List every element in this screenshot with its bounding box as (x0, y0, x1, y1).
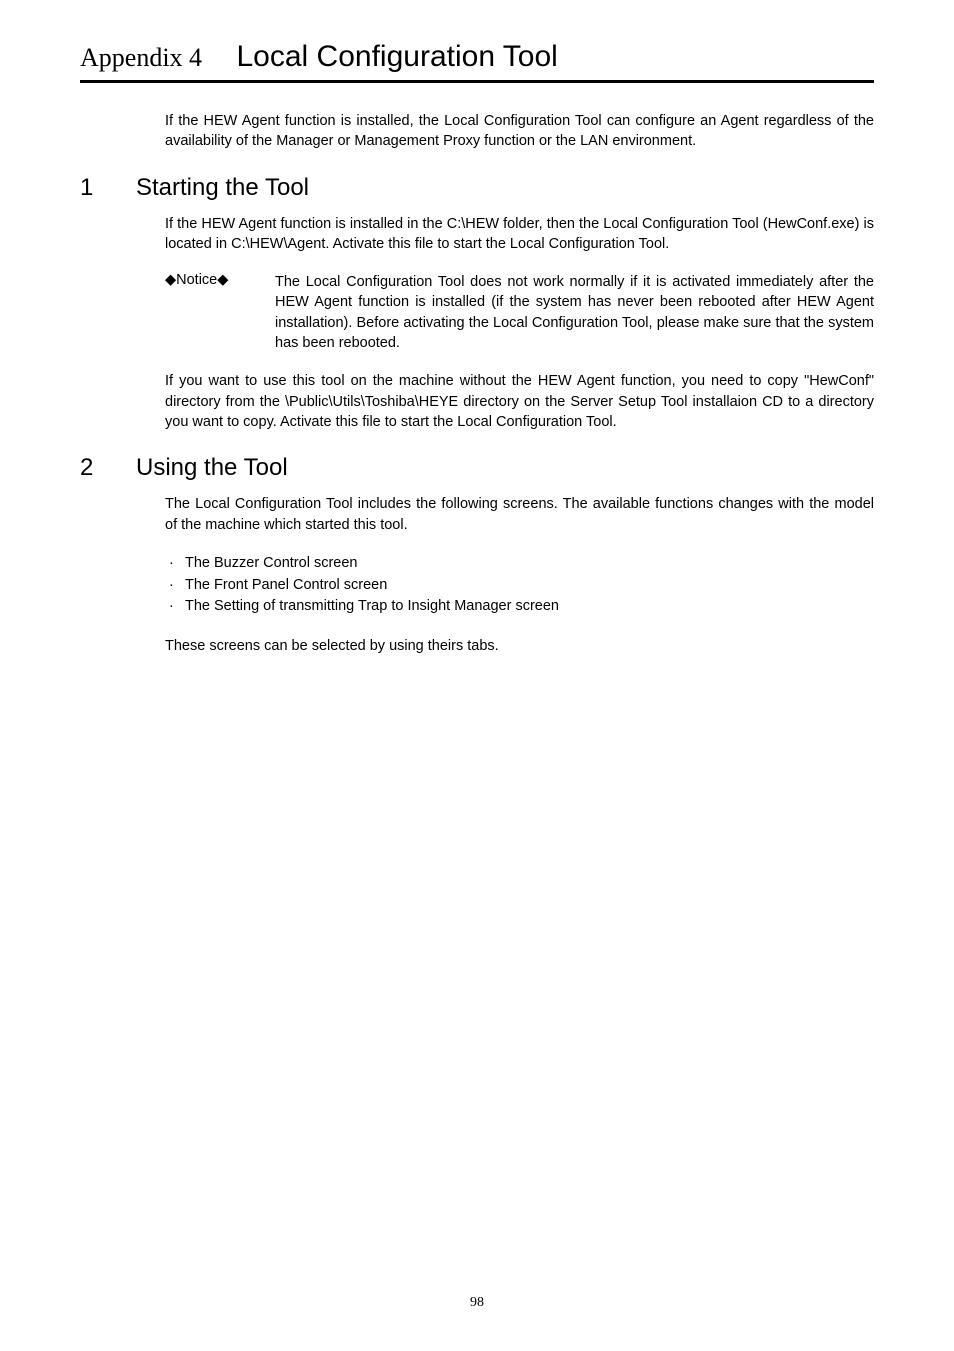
notice-text: The Local Configuration Tool does not wo… (275, 272, 874, 353)
page-title: Local Configuration Tool (237, 40, 558, 74)
page-content: Appendix 4 Local Configuration Tool If t… (0, 0, 954, 656)
notice-block: ◆Notice◆ The Local Configuration Tool do… (165, 272, 874, 353)
page-number: 98 (0, 1295, 954, 1311)
section-2-number: 2 (80, 454, 136, 482)
section-2-body: The Local Configuration Tool includes th… (165, 494, 874, 656)
section-2-title: Using the Tool (136, 454, 288, 482)
section-1-heading: 1 Starting the Tool (80, 174, 874, 202)
list-item: The Setting of transmitting Trap to Insi… (165, 596, 874, 618)
section-2-para-1: The Local Configuration Tool includes th… (165, 494, 874, 535)
section-1-number: 1 (80, 174, 136, 202)
title-bar: Appendix 4 Local Configuration Tool (80, 40, 874, 83)
section-1-para-2: If you want to use this tool on the mach… (165, 371, 874, 432)
section-1-para-1: If the HEW Agent function is installed i… (165, 214, 874, 255)
section-1-title: Starting the Tool (136, 174, 309, 202)
appendix-label: Appendix 4 (80, 43, 202, 73)
bullet-list: The Buzzer Control screen The Front Pane… (165, 553, 874, 618)
section-1-body: If the HEW Agent function is installed i… (165, 214, 874, 433)
notice-label: ◆Notice◆ (165, 272, 275, 353)
section-2-heading: 2 Using the Tool (80, 454, 874, 482)
intro-paragraph: If the HEW Agent function is installed, … (165, 111, 874, 152)
list-item: The Buzzer Control screen (165, 553, 874, 575)
intro-block: If the HEW Agent function is installed, … (165, 111, 874, 152)
section-2-para-2: These screens can be selected by using t… (165, 636, 874, 656)
list-item: The Front Panel Control screen (165, 575, 874, 597)
